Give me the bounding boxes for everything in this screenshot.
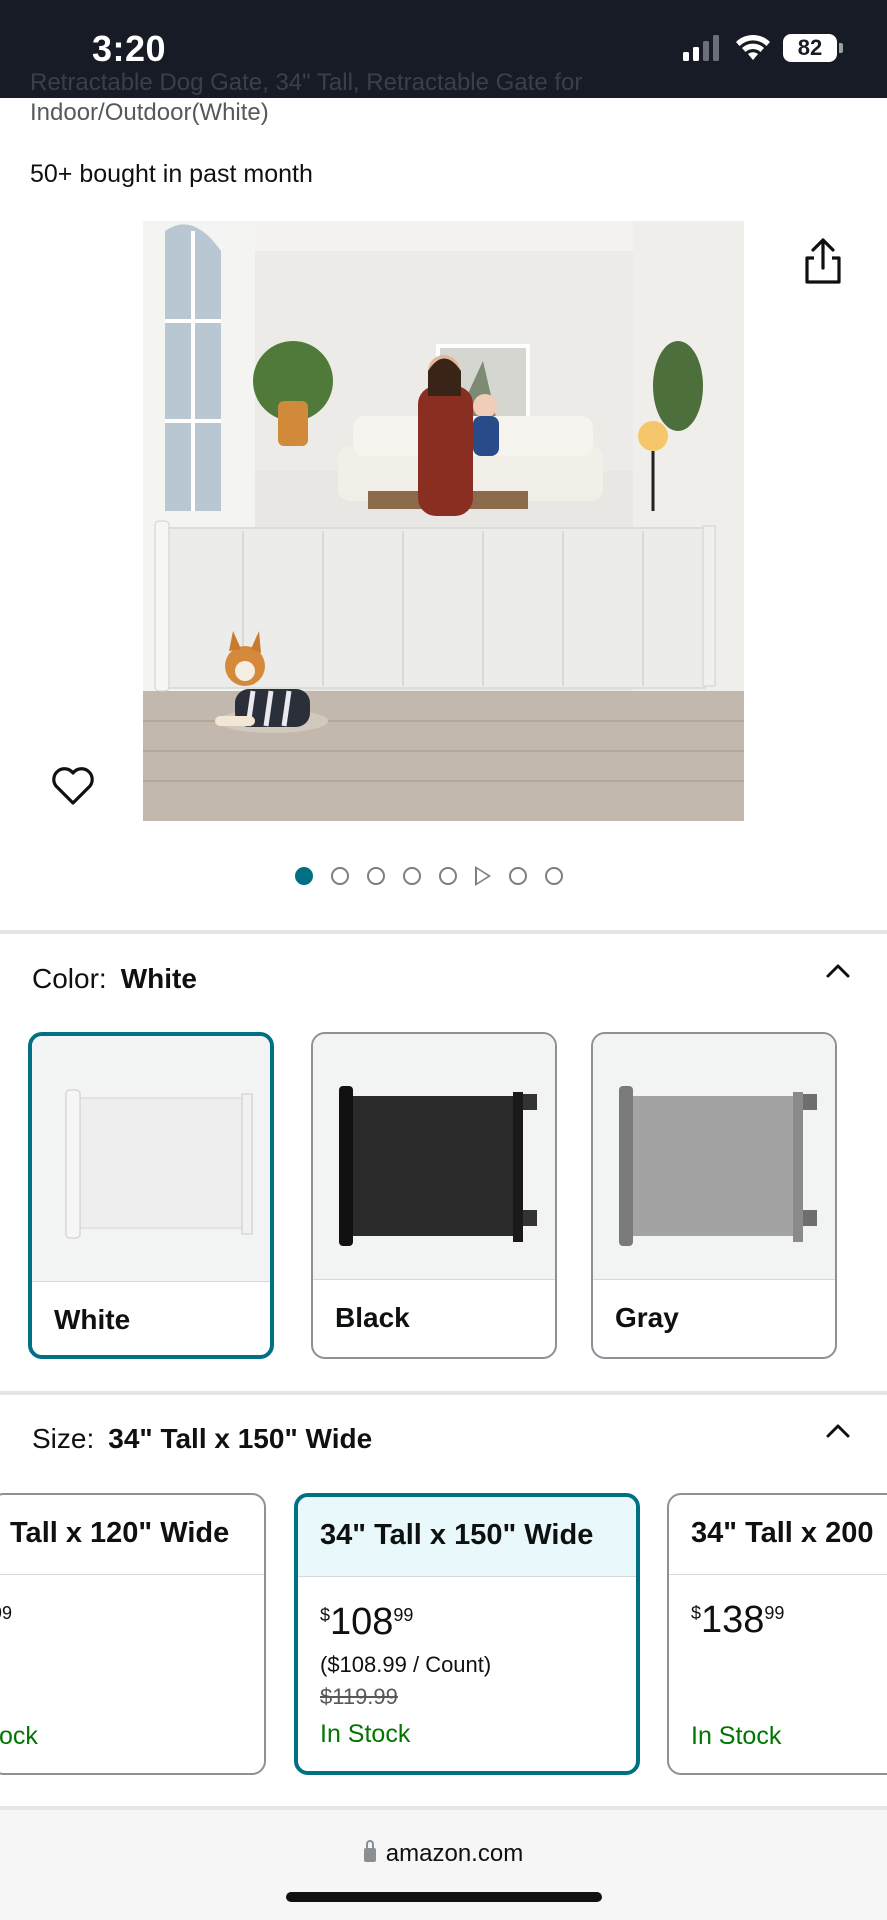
chevron-up-icon[interactable]	[825, 958, 851, 984]
color-option-black[interactable]: Black	[311, 1032, 557, 1359]
size-option-price: $10899	[320, 1601, 414, 1643]
wishlist-heart-icon[interactable]	[50, 765, 96, 807]
bought-count: 50+ bought in past month	[30, 160, 313, 188]
carousel-dot-active[interactable]	[295, 867, 313, 885]
home-indicator[interactable]	[286, 1892, 602, 1902]
stock-status: In Stock	[320, 1720, 411, 1748]
cellular-signal-icon	[683, 35, 719, 61]
price-whole: 108	[330, 1601, 394, 1643]
carousel-dot[interactable]	[545, 867, 563, 885]
size-selected-value: 34" Tall x 150" Wide	[108, 1423, 373, 1454]
wifi-icon	[736, 34, 770, 60]
share-icon[interactable]	[800, 236, 846, 286]
carousel-dot[interactable]	[331, 867, 349, 885]
color-option-label: Black	[335, 1302, 410, 1333]
size-option-120[interactable]: Tall x 120" Wide 99 tock	[0, 1493, 266, 1775]
size-label-text: Size:	[32, 1423, 95, 1454]
color-option-white[interactable]: White	[28, 1032, 274, 1359]
price-fraction: 99	[764, 1603, 785, 1623]
carousel-dot[interactable]	[367, 867, 385, 885]
status-time: 3:20	[92, 28, 167, 69]
product-title[interactable]: Retractable Dog Gate, 34" Tall, Retracta…	[30, 69, 850, 128]
url-text: amazon.com	[385, 1840, 524, 1867]
product-title-line1: Retractable Dog Gate, 34" Tall, Retracta…	[30, 69, 583, 96]
battery-level: 82	[797, 35, 823, 60]
size-option-name: Tall x 120" Wide	[0, 1495, 264, 1575]
stock-status: tock	[0, 1722, 38, 1750]
video-play-icon[interactable]	[475, 866, 491, 886]
price-per-unit: ($108.99 / Count)	[320, 1652, 492, 1677]
image-carousel-indicator[interactable]	[295, 866, 563, 886]
section-divider	[0, 1391, 887, 1395]
lock-icon	[363, 1840, 376, 1862]
address-bar[interactable]: amazon.com	[0, 1840, 887, 1868]
price-fraction: 99	[0, 1603, 13, 1623]
carousel-dot[interactable]	[509, 867, 527, 885]
price-whole: 138	[701, 1599, 765, 1641]
product-title-line2: Indoor/Outdoor(White)	[30, 99, 269, 126]
chevron-up-icon[interactable]	[825, 1418, 851, 1444]
list-price: $119.99	[320, 1684, 398, 1709]
color-selected-value: White	[120, 963, 197, 994]
size-option-price: 99	[0, 1599, 264, 1642]
price-fraction: 99	[393, 1605, 414, 1625]
white-gate-thumbnail	[32, 1036, 270, 1282]
product-image[interactable]	[143, 221, 744, 821]
size-option-price: $13899	[691, 1599, 785, 1641]
size-option-name: 34" Tall x 150" Wide	[298, 1497, 636, 1577]
gray-gate-thumbnail	[593, 1034, 835, 1280]
size-label: Size: 34" Tall x 150" Wide	[32, 1423, 372, 1455]
stock-status: In Stock	[691, 1722, 782, 1750]
black-gate-thumbnail	[313, 1034, 555, 1280]
size-option-150[interactable]: 34" Tall x 150" Wide $10899 ($108.99 / C…	[294, 1493, 640, 1775]
section-divider	[0, 930, 887, 934]
size-option-name: 34" Tall x 200	[669, 1495, 887, 1575]
size-option-200[interactable]: 34" Tall x 200 $13899 In Stock	[667, 1493, 887, 1775]
carousel-dot[interactable]	[403, 867, 421, 885]
battery-icon: 82	[783, 34, 843, 62]
color-label: Color: White	[32, 963, 197, 995]
carousel-dot[interactable]	[439, 867, 457, 885]
color-option-gray[interactable]: Gray	[591, 1032, 837, 1359]
color-label-text: Color:	[32, 963, 107, 994]
color-option-label: White	[54, 1304, 131, 1335]
color-option-label: Gray	[615, 1302, 679, 1333]
